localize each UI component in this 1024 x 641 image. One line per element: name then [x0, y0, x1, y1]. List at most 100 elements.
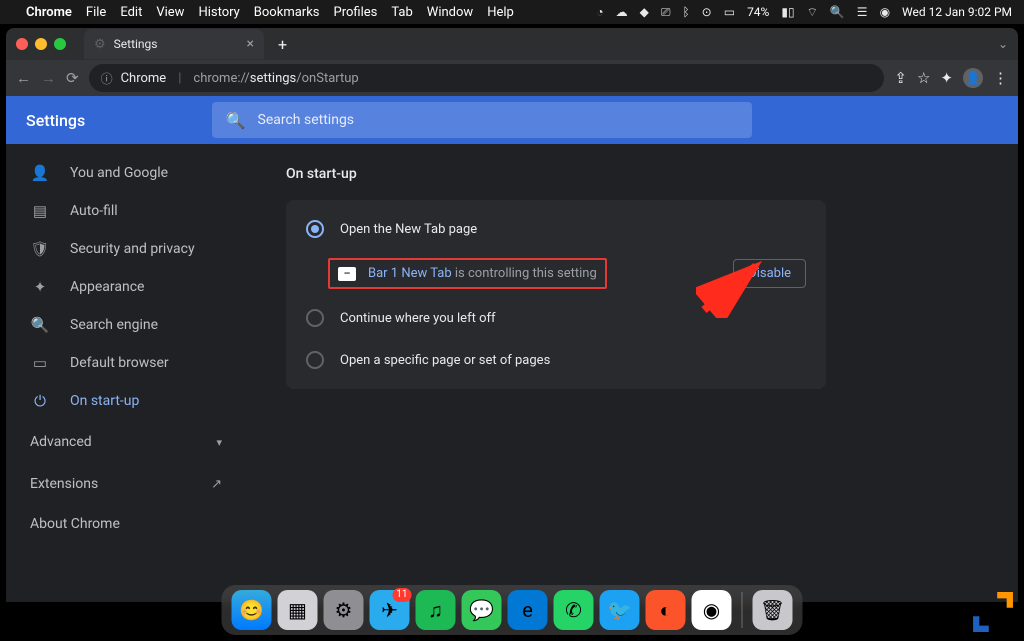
disable-extension-button[interactable]: Disable	[733, 259, 806, 288]
sidebar-label: You and Google	[70, 165, 168, 181]
autofill-icon: ▤	[30, 202, 50, 220]
dock-system-preferences-icon[interactable]: ⚙	[324, 590, 364, 630]
dock-chrome-icon[interactable]: ◉	[692, 590, 732, 630]
menubar-item-help[interactable]: Help	[487, 5, 514, 20]
dock-twitter-icon[interactable]: 🐦	[600, 590, 640, 630]
startup-options-card: Open the New Tab page — Bar 1 New Tab is…	[286, 200, 826, 389]
menubar-bluetooth-icon[interactable]: ᛒ	[682, 5, 689, 19]
macos-dock: 😊 ▦ ⚙ ✈ ♫ 💬 e ✆ 🐦 ◐ ◉ 🗑	[222, 585, 803, 635]
radio-unselected-icon[interactable]	[306, 351, 324, 369]
shield-icon: 🛡	[30, 240, 50, 258]
menubar-item-edit[interactable]: Edit	[120, 5, 142, 20]
radio-unselected-icon[interactable]	[306, 309, 324, 327]
fullscreen-window-button[interactable]	[54, 38, 66, 50]
dock-brave-icon[interactable]: ◐	[646, 590, 686, 630]
menubar-search-icon[interactable]: 🔍	[830, 5, 845, 19]
extensions-puzzle-icon[interactable]: ✦	[940, 69, 953, 87]
sidebar-item-autofill[interactable]: ▤ Auto-fill	[6, 192, 246, 230]
reload-button[interactable]: ⟳	[66, 69, 79, 87]
bookmark-star-icon[interactable]: ☆	[917, 69, 930, 87]
menubar-item-bookmarks[interactable]: Bookmarks	[254, 5, 320, 20]
dock-edge-icon[interactable]: e	[508, 590, 548, 630]
sidebar-item-search-engine[interactable]: 🔍 Search engine	[6, 306, 246, 344]
menubar-battery-icon[interactable]: ▮▯	[781, 5, 794, 19]
settings-header: Settings 🔍	[6, 96, 1018, 144]
extension-name-link[interactable]: Bar 1 New Tab	[368, 266, 452, 281]
dock-trash-icon[interactable]: 🗑	[753, 590, 793, 630]
chrome-window: ⚙ Settings × + ⌄ ← → ⟳ ⓘ Chrome | chrome…	[6, 28, 1018, 602]
radio-selected-icon[interactable]	[306, 220, 324, 238]
sidebar-item-you-and-google[interactable]: 👤 You and Google	[6, 154, 246, 192]
menubar-item-profiles[interactable]: Profiles	[334, 5, 378, 20]
sidebar-item-on-startup[interactable]: ⏻ On start-up	[6, 382, 246, 420]
menubar-status-icon[interactable]: ⎚	[661, 5, 671, 20]
sidebar-item-security[interactable]: 🛡 Security and privacy	[6, 230, 246, 268]
startup-option-new-tab[interactable]: Open the New Tab page	[286, 208, 826, 250]
menubar-datetime[interactable]: Wed 12 Jan 9:02 PM	[902, 5, 1012, 19]
minimize-window-button[interactable]	[35, 38, 47, 50]
browser-icon: ▭	[30, 354, 50, 372]
site-info-icon[interactable]: ⓘ	[101, 70, 113, 87]
dock-messages-icon[interactable]: 💬	[462, 590, 502, 630]
sidebar-label: Auto-fill	[70, 203, 118, 219]
menubar-item-history[interactable]: History	[198, 5, 239, 20]
menubar-notification-icon[interactable]: ◆	[640, 5, 649, 19]
sidebar-advanced-label: Advanced	[30, 434, 92, 450]
settings-search-box[interactable]: 🔍	[212, 102, 752, 138]
chrome-menu-icon[interactable]: ⋮	[993, 69, 1008, 87]
close-tab-icon[interactable]: ×	[247, 36, 254, 52]
extension-favicon-icon: —	[338, 267, 356, 281]
dock-spotify-icon[interactable]: ♫	[416, 590, 456, 630]
back-button[interactable]: ←	[16, 69, 31, 87]
dock-launchpad-icon[interactable]: ▦	[278, 590, 318, 630]
menubar-status-icon[interactable]: ⊙	[702, 5, 712, 19]
menubar-siri-icon[interactable]: ◉	[880, 5, 890, 19]
profile-avatar-icon[interactable]: 👤	[963, 68, 983, 88]
forward-button[interactable]: →	[41, 69, 56, 87]
new-tab-button[interactable]: +	[274, 35, 291, 54]
macos-menubar: Chrome File Edit View History Bookmarks …	[0, 0, 1024, 24]
dock-finder-icon[interactable]: 😊	[232, 590, 272, 630]
menubar-item-file[interactable]: File	[86, 5, 106, 20]
search-icon: 🔍	[226, 111, 246, 130]
tab-strip: ⚙ Settings × + ⌄	[6, 28, 1018, 60]
address-bar[interactable]: ⓘ Chrome | chrome://settings/onStartup	[89, 64, 885, 92]
option-label: Open the New Tab page	[340, 222, 477, 237]
omnibox-separator: |	[178, 71, 181, 86]
settings-sidebar: 👤 You and Google ▤ Auto-fill 🛡 Security …	[6, 144, 246, 602]
menubar-item-window[interactable]: Window	[427, 5, 473, 20]
extension-message: Bar 1 New Tab is controlling this settin…	[368, 266, 597, 281]
power-icon: ⏻	[30, 392, 50, 410]
dock-telegram-icon[interactable]: ✈	[370, 590, 410, 630]
menubar-app-name[interactable]: Chrome	[26, 5, 72, 20]
settings-search-input[interactable]	[258, 112, 738, 128]
browser-tab[interactable]: ⚙ Settings ×	[84, 29, 264, 59]
menubar-wifi-icon[interactable]: ⌔	[807, 5, 818, 20]
menubar-battery-percent[interactable]: 74%	[747, 5, 769, 19]
tab-list-chevron-icon[interactable]: ⌄	[998, 37, 1008, 51]
settings-title: Settings	[26, 111, 85, 130]
menubar-status-icon[interactable]: ☁	[616, 5, 628, 19]
controlling-extension-row: — Bar 1 New Tab is controlling this sett…	[286, 250, 826, 297]
person-icon: 👤	[30, 164, 50, 182]
extension-highlight: — Bar 1 New Tab is controlling this sett…	[328, 258, 607, 289]
sidebar-item-default-browser[interactable]: ▭ Default browser	[6, 344, 246, 382]
menubar-item-view[interactable]: View	[156, 5, 184, 20]
menubar-status-icon[interactable]: ▭	[724, 5, 735, 19]
sidebar-label: Security and privacy	[70, 241, 195, 257]
menubar-control-center-icon[interactable]: ☰	[857, 5, 868, 19]
sidebar-item-about-chrome[interactable]: About Chrome	[6, 504, 246, 544]
settings-page: Settings 🔍 👤 You and Google ▤ Auto-fill	[6, 96, 1018, 602]
sidebar-advanced-toggle[interactable]: Advanced ▾	[6, 420, 246, 464]
menubar-status-icon[interactable]: ◔	[596, 5, 603, 19]
menubar-item-tab[interactable]: Tab	[391, 5, 412, 20]
startup-option-continue[interactable]: Continue where you left off	[286, 297, 826, 339]
external-link-icon: ↗	[211, 477, 222, 492]
dock-whatsapp-icon[interactable]: ✆	[554, 590, 594, 630]
sidebar-item-appearance[interactable]: ✦ Appearance	[6, 268, 246, 306]
sidebar-item-extensions[interactable]: Extensions ↗	[6, 464, 246, 504]
share-icon[interactable]: ⇪	[894, 69, 907, 87]
close-window-button[interactable]	[16, 38, 28, 50]
sidebar-label: Appearance	[70, 279, 144, 295]
startup-option-specific-pages[interactable]: Open a specific page or set of pages	[286, 339, 826, 381]
